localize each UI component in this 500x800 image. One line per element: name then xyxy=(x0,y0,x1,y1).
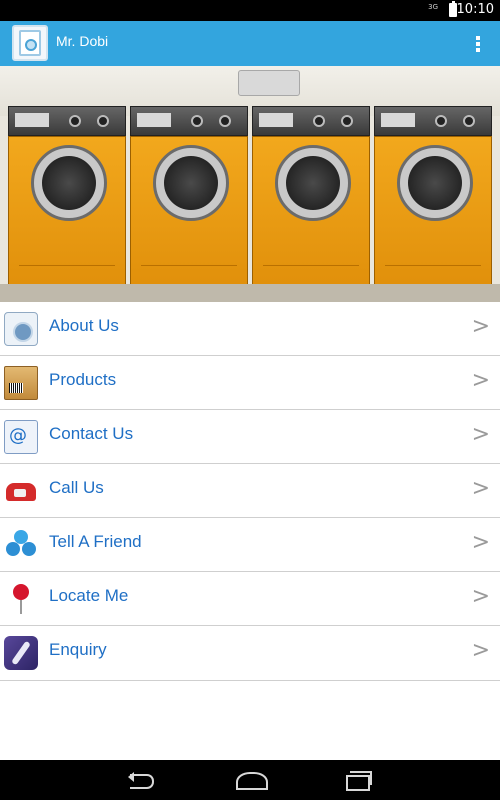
washer-4 xyxy=(374,106,492,292)
menu-item-label: Locate Me xyxy=(49,586,129,605)
action-bar: Mr. Dobi xyxy=(0,21,500,66)
chevron-right-icon: > xyxy=(471,368,490,393)
navigation-bar xyxy=(0,760,500,800)
chevron-right-icon: > xyxy=(471,638,490,663)
laundry-basket xyxy=(238,70,300,96)
network-type: 3G xyxy=(428,3,438,11)
map-pin-icon xyxy=(4,582,38,616)
status-time: 10:10 xyxy=(456,2,494,17)
menu-item-contact-us[interactable]: Contact Us > xyxy=(0,410,500,464)
home-icon[interactable] xyxy=(230,769,270,791)
menu-item-label: Call Us xyxy=(49,478,104,497)
menu-item-locate-me[interactable]: Locate Me > xyxy=(0,572,500,626)
box-barcode-icon xyxy=(4,366,38,400)
chevron-right-icon: > xyxy=(471,422,490,447)
chevron-right-icon: > xyxy=(471,584,490,609)
menu-item-enquiry[interactable]: Enquiry > xyxy=(0,626,500,681)
menu-list: About Us > Products > Contact Us > Call … xyxy=(0,302,500,681)
menu-item-tell-a-friend[interactable]: Tell A Friend > xyxy=(0,518,500,572)
menu-item-label: About Us xyxy=(49,316,119,335)
menu-item-about-us[interactable]: About Us > xyxy=(0,302,500,356)
menu-item-call-us[interactable]: Call Us > xyxy=(0,464,500,518)
quill-pen-icon xyxy=(4,636,38,670)
back-icon[interactable] xyxy=(124,769,164,791)
people-share-icon xyxy=(4,528,38,562)
laundromat-photo xyxy=(0,66,500,302)
washing-machine-icon xyxy=(4,312,38,346)
overflow-menu-icon[interactable] xyxy=(476,36,480,52)
menu-item-label: Enquiry xyxy=(49,640,107,659)
washer-1 xyxy=(8,106,126,292)
menu-item-label: Contact Us xyxy=(49,424,134,443)
washer-2 xyxy=(130,106,248,292)
status-bar: 3G 10:10 xyxy=(0,0,500,21)
menu-item-label: Products xyxy=(49,370,117,389)
chevron-right-icon: > xyxy=(471,314,490,339)
menu-item-label: Tell A Friend xyxy=(49,532,142,551)
app-icon-drum xyxy=(25,39,37,51)
washer-3 xyxy=(252,106,370,292)
washing-machine-icon[interactable] xyxy=(12,25,48,61)
app-icon-machine xyxy=(19,30,41,56)
chevron-right-icon: > xyxy=(471,530,490,555)
email-phone-icon xyxy=(4,420,38,454)
app-title: Mr. Dobi xyxy=(56,33,109,49)
menu-item-products[interactable]: Products > xyxy=(0,356,500,410)
chevron-right-icon: > xyxy=(471,476,490,501)
recents-icon[interactable] xyxy=(336,769,376,791)
telephone-icon xyxy=(4,474,38,508)
